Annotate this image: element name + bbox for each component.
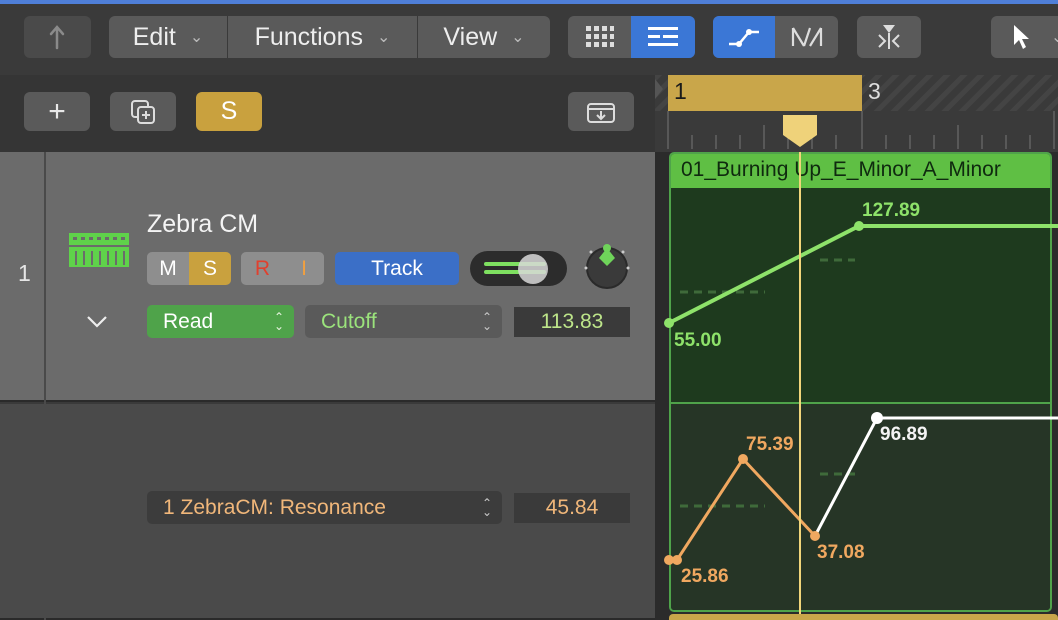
functions-menu[interactable]: Functions ⌄ [228, 16, 418, 58]
view-mode-segment [568, 16, 695, 58]
updown-arrows-icon: ⌃ ⌄ [481, 495, 492, 519]
mute-button[interactable]: M [147, 252, 189, 285]
next-region-edge [669, 614, 1058, 620]
add-label: + [48, 94, 66, 128]
automation-value[interactable]: 113.83 [514, 307, 630, 337]
tool-segment [713, 16, 838, 58]
global-solo-button[interactable]: S [196, 92, 262, 131]
add-track-button[interactable]: + [24, 92, 90, 131]
automation-mode-label: Read [163, 309, 214, 333]
automation-parameter-select[interactable]: Cutoff ⌃ ⌄ [305, 305, 502, 338]
view-label: View [443, 22, 498, 51]
chevron-down-icon: ⌄ [1051, 29, 1058, 46]
list-view-icon[interactable] [631, 16, 695, 58]
resonance-point-label: 96.89 [880, 424, 928, 445]
cutoff-point-label: 55.00 [674, 330, 722, 351]
bar-number-3: 3 [868, 78, 881, 104]
bar-number-1: 1 [674, 78, 687, 104]
chevron-down-icon: ⌄ [511, 29, 525, 46]
mute-label: M [159, 256, 177, 280]
functions-label: Functions [254, 22, 363, 51]
sub-lane-parameter-label: 1 ZebraCM: Resonance [163, 495, 386, 519]
catch-playhead-icon[interactable] [857, 16, 921, 58]
back-arrow-icon[interactable] [24, 16, 91, 58]
track-button[interactable]: Track [335, 252, 459, 285]
track-header-bar [0, 75, 655, 152]
synth-icon [69, 231, 129, 272]
volume-knob[interactable] [518, 254, 548, 284]
volume-slider[interactable] [470, 251, 567, 286]
cutoff-curve[interactable] [668, 224, 1058, 325]
resonance-point-label: 25.86 [681, 566, 729, 587]
menu-segment: Edit ⌄ Functions ⌄ View ⌄ [109, 16, 550, 58]
grid-view-icon[interactable] [568, 16, 631, 58]
solo-label: S [202, 256, 217, 280]
input-monitor-button[interactable]: I [284, 252, 324, 285]
pan-knob[interactable] [582, 240, 634, 297]
chevron-down-icon: ⌄ [376, 29, 391, 46]
track-name[interactable]: Zebra CM [147, 210, 258, 239]
updown-arrows-icon: ⌃ ⌄ [481, 309, 492, 333]
chevron-down-icon: ⌄ [189, 29, 204, 46]
ruler[interactable] [655, 75, 1058, 152]
track-button-label: Track [371, 256, 423, 280]
track-number-column [0, 152, 46, 620]
sub-lane-value[interactable]: 45.84 [514, 493, 630, 523]
updown-arrows-icon: ⌃ ⌄ [273, 309, 284, 333]
resonance-point-label: 75.39 [746, 434, 794, 455]
record-label: R [254, 256, 271, 280]
pointer-tool-icon[interactable]: ⌄ [991, 16, 1058, 58]
input-label: I [301, 256, 307, 280]
resonance-curve[interactable] [669, 456, 817, 562]
automation-curve-icon[interactable] [713, 16, 775, 58]
parameter-label: Cutoff [321, 309, 377, 333]
resonance-point[interactable] [672, 555, 682, 565]
duplicate-track-icon[interactable] [110, 92, 176, 131]
cutoff-point[interactable] [664, 318, 674, 328]
flex-time-icon[interactable] [775, 16, 838, 58]
record-enable-button[interactable]: R [241, 252, 284, 285]
resonance-point[interactable] [871, 412, 883, 424]
automation-mode-select[interactable]: Read ⌃ ⌄ [147, 305, 294, 338]
disclosure-chevron-icon[interactable] [86, 312, 108, 335]
cutoff-point-label: 127.89 [862, 200, 921, 221]
resonance-point[interactable] [810, 531, 820, 541]
solo-label: S [220, 97, 238, 125]
cycle-region[interactable] [668, 75, 862, 111]
track-number: 1 [18, 260, 31, 286]
cutoff-point[interactable] [854, 221, 864, 231]
download-icon[interactable] [568, 92, 634, 131]
resonance-point-label: 37.08 [817, 542, 865, 563]
resonance-curve-after[interactable] [813, 416, 1058, 537]
sub-lane-parameter-select[interactable]: 1 ZebraCM: Resonance ⌃ ⌄ [147, 491, 502, 524]
view-menu[interactable]: View ⌄ [418, 16, 550, 58]
edit-label: Edit [132, 22, 176, 51]
solo-button[interactable]: S [189, 252, 231, 285]
edit-menu[interactable]: Edit ⌄ [109, 16, 228, 58]
